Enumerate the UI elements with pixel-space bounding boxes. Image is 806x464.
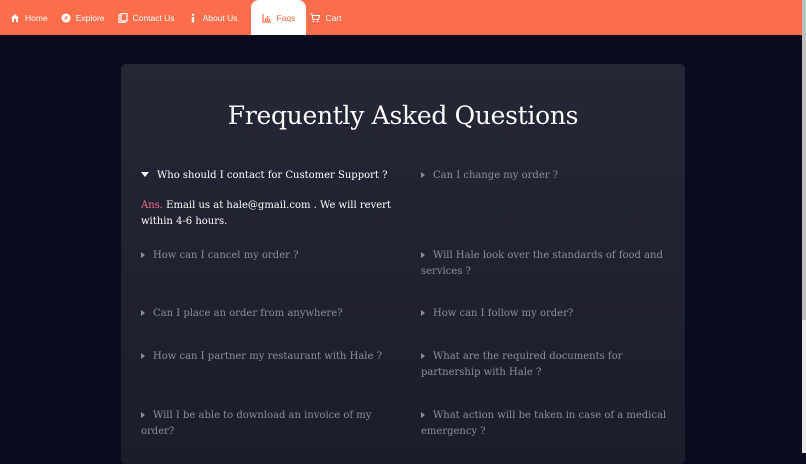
- nav-label-explore: Explore: [75, 12, 105, 23]
- faq-question-text: Will I be able to download an invoice of…: [141, 410, 372, 437]
- compass-icon: [61, 13, 71, 22]
- page-scrollbar[interactable]: [802, 0, 806, 453]
- chevron-down-icon: [141, 172, 149, 177]
- faq-question-text: How can I partner my restaurant with Hal…: [153, 351, 382, 362]
- nav-label-cart: Cart: [325, 12, 342, 23]
- nav-label-contact: Contact Us: [132, 12, 175, 23]
- faq-question-text: Who should I contact for Customer Suppor…: [157, 170, 388, 181]
- answer-prefix: Ans.: [141, 200, 163, 211]
- faq-question-2[interactable]: Can I change my order ?: [421, 168, 671, 184]
- faq-question-9[interactable]: Will I be able to download an invoice of…: [141, 408, 391, 440]
- nav-label-faqs: Faqs: [276, 12, 296, 23]
- faq-question-text: What are the required documents for part…: [421, 351, 623, 378]
- home-icon: [11, 13, 19, 22]
- chevron-right-icon: [141, 309, 145, 316]
- chevron-right-icon: [421, 309, 425, 316]
- chart-icon: [261, 13, 271, 23]
- faq-question-3[interactable]: How can I cancel my order ?: [141, 248, 391, 264]
- faq-question-text: How can I cancel my order ?: [153, 250, 299, 261]
- answer-text: Email us at hale@gmail.com . We will rev…: [141, 200, 391, 227]
- faq-question-4[interactable]: Will Hale look over the standards of foo…: [421, 248, 671, 280]
- faq-question-1[interactable]: Who should I contact for Customer Suppor…: [141, 168, 391, 184]
- nav-item-home[interactable]: Home: [10, 0, 59, 35]
- nav-list: Home Explore Contact Us About Us Faqs Ca…: [0, 0, 806, 35]
- info-icon: [191, 13, 194, 22]
- faq-question-text: What action will be taken in case of a m…: [421, 410, 667, 437]
- chevron-right-icon: [141, 352, 145, 359]
- nav-item-contact[interactable]: Contact Us: [117, 0, 186, 35]
- faq-question-5[interactable]: Can I place an order from anywhere?: [141, 306, 391, 322]
- faq-answer-1: Ans. Email us at hale@gmail.com . We wil…: [141, 198, 391, 230]
- page-title: Frequently Asked Questions: [227, 101, 579, 130]
- chevron-right-icon: [421, 171, 425, 178]
- scrollbar-thumb[interactable]: [802, 0, 806, 320]
- cart-icon: [310, 12, 321, 22]
- nav-label-home: Home: [25, 12, 48, 23]
- chevron-right-icon: [421, 352, 425, 359]
- nav-item-about[interactable]: About Us: [188, 0, 249, 35]
- chevron-right-icon: [421, 251, 425, 258]
- chevron-right-icon: [141, 251, 145, 258]
- faq-question-6[interactable]: How can I follow my order?: [421, 306, 671, 322]
- faq-question-text: Can I change my order ?: [433, 170, 559, 181]
- chevron-right-icon: [421, 411, 425, 418]
- top-navbar: Home Explore Contact Us About Us Faqs Ca…: [0, 0, 806, 35]
- nav-item-cart[interactable]: Cart: [310, 0, 352, 35]
- faq-question-7[interactable]: How can I partner my restaurant with Hal…: [141, 349, 391, 365]
- faq-question-text: Can I place an order from anywhere?: [153, 308, 343, 319]
- faq-question-8[interactable]: What are the required documents for part…: [421, 349, 671, 381]
- nav-label-about: About Us: [202, 12, 238, 23]
- faq-question-text: Will Hale look over the standards of foo…: [421, 250, 663, 277]
- faq-question-10[interactable]: What action will be taken in case of a m…: [421, 408, 671, 440]
- clipboard-icon: [117, 12, 128, 23]
- chevron-right-icon: [141, 411, 145, 418]
- faq-question-text: How can I follow my order?: [433, 308, 574, 319]
- nav-item-explore[interactable]: Explore: [61, 0, 116, 35]
- nav-item-faqs[interactable]: Faqs: [250, 0, 307, 35]
